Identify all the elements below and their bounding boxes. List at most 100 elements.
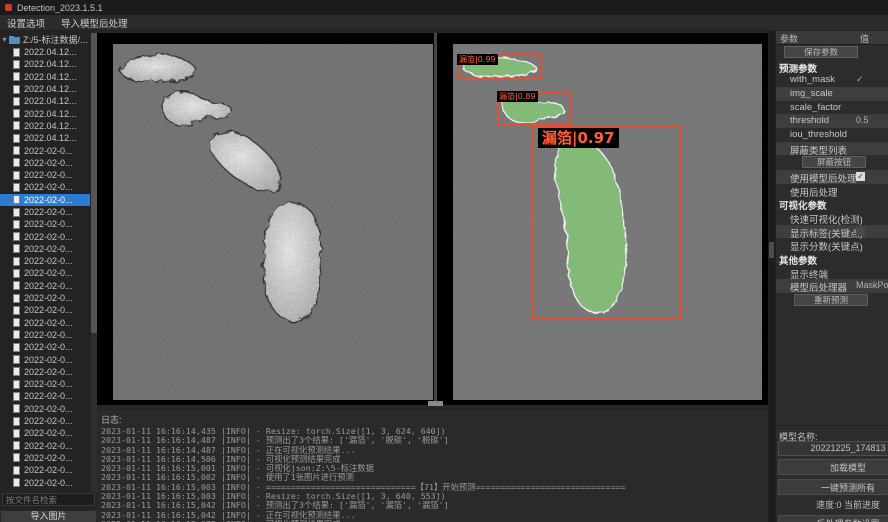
file-icon [13, 60, 20, 69]
param-iou-threshold[interactable]: iou_threshold [776, 128, 888, 142]
param-value: MaskPostPro [856, 280, 888, 290]
search-input[interactable] [2, 493, 95, 506]
param-checkbox[interactable]: ✓ [856, 172, 865, 181]
file-tree-item[interactable]: 2022-02-0... [0, 464, 90, 476]
file-tree-item-label: 2022-02-0... [24, 232, 73, 242]
param-show-labels[interactable]: 显示标签(关键点) [776, 225, 888, 239]
source-image [113, 44, 433, 400]
file-icon [13, 220, 20, 229]
file-tree-item[interactable]: 2022-02-0... [0, 206, 90, 218]
param-model-postprocessor[interactable]: 模型后处理器MaskPostPro [776, 279, 888, 293]
file-tree-item[interactable]: 2022.04.12... [0, 83, 90, 95]
file-tree-item-label: 2022-02-0... [24, 416, 73, 426]
param-threshold[interactable]: threshold0.5 [776, 114, 888, 128]
file-tree-item[interactable]: 2022-02-0... [0, 390, 90, 402]
file-icon [13, 404, 20, 413]
file-tree-item[interactable]: 2022.04.12... [0, 107, 90, 119]
detection-box-3[interactable]: 漏箔|0.97 [531, 126, 681, 320]
file-tree-item[interactable]: 2022-02-0... [0, 292, 90, 304]
param-value: ✓ [856, 74, 864, 85]
file-tree-item[interactable]: 2022-02-0... [0, 230, 90, 242]
file-tree-item[interactable]: 2022-02-0... [0, 440, 90, 452]
file-icon [13, 97, 20, 106]
postprocess-settings-button[interactable]: 后处理参数设置 [778, 515, 888, 522]
file-icon [13, 380, 20, 389]
file-tree-item[interactable]: 2022-02-0... [0, 157, 90, 169]
param-checkbox[interactable] [856, 227, 865, 236]
file-tree-item-label: 2022-02-0... [24, 367, 73, 377]
save-params-button-row: 保存参数 [776, 45, 888, 60]
file-tree-item[interactable]: 2022-02-0... [0, 267, 90, 279]
param-value: 0.5 [856, 115, 869, 125]
menu-import-model-postprocess[interactable]: 导入模型后处理 [61, 16, 128, 30]
param-use-model-postprocess[interactable]: 使用模型后处理✓ [776, 170, 888, 184]
param-with-mask[interactable]: with_mask✓ [776, 73, 888, 87]
file-tree-item[interactable]: 2022-02-0... [0, 353, 90, 365]
file-tree-item-label: 2022-02-0... [24, 441, 73, 451]
source-image-panel[interactable] [113, 44, 433, 400]
file-tree-item[interactable]: 2022-02-0... [0, 415, 90, 427]
file-tree-item[interactable]: 2022-02-0... [0, 144, 90, 156]
file-tree-item[interactable]: 2022-02-0... [0, 304, 90, 316]
file-tree-item[interactable]: 2022-02-0... [0, 317, 90, 329]
mask-types-button[interactable]: 屏蔽按钮 [802, 156, 866, 168]
file-tree-item[interactable]: 2022-02-0... [0, 427, 90, 439]
file-tree-item-label: 2022-02-0... [24, 391, 73, 401]
file-tree-item[interactable]: 2022-02-0... [0, 243, 90, 255]
param-mask-type-list[interactable]: 屏蔽类型列表 [776, 142, 888, 156]
prediction-image-panel[interactable]: 漏箔|0.99 漏箔|0.89漏箔|0.97 [453, 44, 762, 400]
file-tree-item[interactable]: 2022-02-0... [0, 255, 90, 267]
file-tree-item[interactable]: 2022.04.12... [0, 46, 90, 58]
file-tree: ▾Z:/5-标注数据/...2022.04.12...2022.04.12...… [0, 33, 90, 492]
param-show-terminal[interactable]: 显示终端 [776, 266, 888, 280]
expand-arrow-icon[interactable]: ▾ [0, 35, 9, 44]
file-tree-item[interactable]: 2022-02-0... [0, 194, 90, 206]
file-tree-item-label: 2022-02-0... [24, 305, 73, 315]
file-tree-item[interactable]: 2022-02-0... [0, 218, 90, 230]
file-tree-root[interactable]: ▾Z:/5-标注数据/... [0, 33, 90, 46]
file-tree-item[interactable]: 2022-02-0... [0, 181, 90, 193]
file-tree-item[interactable]: 2022-02-0... [0, 280, 90, 292]
detection-box-1[interactable]: 漏箔|0.99 [457, 54, 541, 80]
param-fast-visualize[interactable]: 快速可视化(检测) [776, 211, 888, 225]
file-tree-item[interactable]: 2022-02-0... [0, 476, 90, 488]
file-tree-item[interactable]: 2022.04.12... [0, 120, 90, 132]
file-tree-item[interactable]: 2022.04.12... [0, 132, 90, 144]
params-scrollbar[interactable] [768, 31, 775, 522]
param-use-postprocess[interactable]: 使用后处理 [776, 184, 888, 198]
log-lines: 2023-01-11 16:16:14,435 |INFO| - Resize:… [101, 427, 764, 522]
detection-box-2[interactable]: 漏箔|0.89 [497, 91, 571, 125]
file-tree-item[interactable]: 2022-02-0... [0, 452, 90, 464]
file-tree-item-label: 2022-02-0... [24, 268, 73, 278]
file-tree-item[interactable]: 2022-02-0... [0, 169, 90, 181]
import-images-button[interactable]: 导入图片 [0, 510, 97, 522]
file-tree-item[interactable]: 2022.04.12... [0, 58, 90, 70]
splitter-handle[interactable] [428, 401, 443, 406]
repredict-button[interactable]: 重新预测 [794, 294, 868, 306]
file-tree-item-label: 2022-02-0... [24, 281, 73, 291]
file-icon [13, 244, 20, 253]
param-img-scale[interactable]: img_scale [776, 87, 888, 101]
file-tree-item[interactable]: 2022-02-0... [0, 378, 90, 390]
file-tree-item[interactable]: 2022-02-0... [0, 403, 90, 415]
model-name-field[interactable]: 20221225_174813 [778, 441, 888, 456]
param-scale-factor[interactable]: scale_factor [776, 101, 888, 115]
load-model-button[interactable]: 加载模型 [778, 459, 888, 475]
file-tree-item-label: 2022-02-0... [24, 428, 73, 438]
predict-all-button[interactable]: 一键预测所有 [778, 479, 888, 495]
params-scrollbar-thumb[interactable] [769, 242, 774, 258]
menu-settings[interactable]: 设置选项 [7, 16, 45, 30]
save-params-button[interactable]: 保存参数 [784, 46, 858, 58]
panel-splitter[interactable] [434, 33, 437, 405]
file-tree-item[interactable]: 2022-02-0... [0, 329, 90, 341]
file-tree-item-label: 2022.04.12... [24, 59, 77, 69]
file-tree-item-label: 2022-02-0... [24, 453, 73, 463]
file-tree-item[interactable]: 2022.04.12... [0, 95, 90, 107]
file-icon [13, 146, 20, 155]
file-tree-item[interactable]: 2022.04.12... [0, 71, 90, 83]
file-tree-item-label: 2022-02-0... [24, 146, 73, 156]
repredict-button-row: 重新预测 [776, 293, 888, 308]
param-show-scores[interactable]: 显示分数(关键点) [776, 238, 888, 252]
file-tree-item[interactable]: 2022-02-0... [0, 366, 90, 378]
file-tree-item[interactable]: 2022-02-0... [0, 341, 90, 353]
